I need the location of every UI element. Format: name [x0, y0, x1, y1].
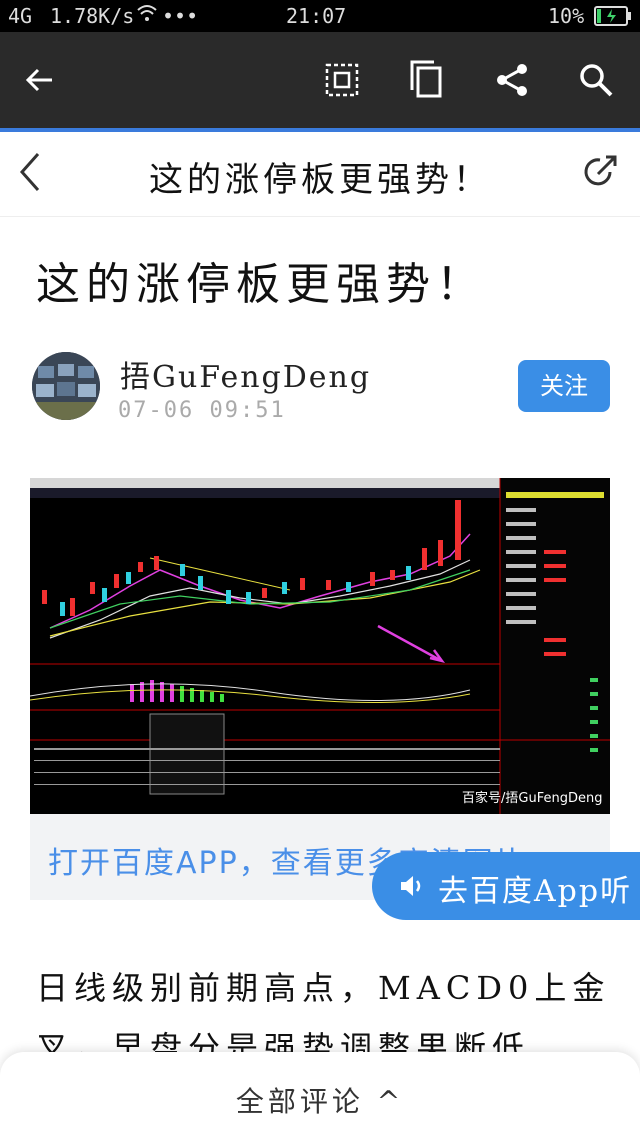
all-comments-button[interactable]: 全部评论 ^	[0, 1080, 640, 1120]
nav-title: 这的涨停板更强势！	[149, 160, 491, 200]
listen-in-app-button[interactable]: 去百度App听	[372, 852, 640, 920]
battery-level: 10%	[548, 4, 585, 28]
publish-date: 07-06 09:51	[118, 398, 286, 423]
signal-indicator: 4G	[8, 4, 33, 28]
comments-bar[interactable]: 全部评论 ^	[0, 1052, 640, 1137]
author-name[interactable]: 捂GuFengDeng	[120, 352, 371, 396]
chevron-left-icon[interactable]	[14, 148, 46, 207]
follow-button[interactable]: 关注	[518, 360, 610, 412]
share-out-icon[interactable]	[580, 152, 620, 192]
copy-icon[interactable]	[402, 56, 450, 104]
listen-label: 去百度App听	[438, 874, 633, 909]
image-watermark: 百家号/捂GuFengDeng	[462, 790, 602, 806]
article-title: 这的涨停板更强势！	[36, 259, 486, 310]
article-nav-bar: 这的涨停板更强势！	[0, 132, 640, 217]
notification-dots: •••	[162, 4, 199, 28]
status-bar: 4G 1.78K/s ••• 21:07 10%	[0, 0, 640, 32]
stock-chart-image[interactable]: 百家号/捂GuFengDeng	[30, 478, 610, 814]
reader-mode-icon[interactable]	[318, 56, 366, 104]
share-icon[interactable]	[488, 56, 536, 104]
speaker-icon	[401, 876, 421, 896]
search-icon[interactable]	[572, 56, 620, 104]
back-arrow-icon[interactable]	[16, 56, 64, 104]
network-speed: 1.78K/s	[50, 4, 135, 28]
browser-toolbar	[0, 32, 640, 132]
clock: 21:07	[286, 4, 347, 28]
body-line: 日线级别前期高点，MACD0上金	[36, 969, 611, 1007]
author-avatar[interactable]	[32, 352, 100, 420]
wifi-icon	[136, 2, 158, 29]
battery-icon	[594, 6, 632, 31]
